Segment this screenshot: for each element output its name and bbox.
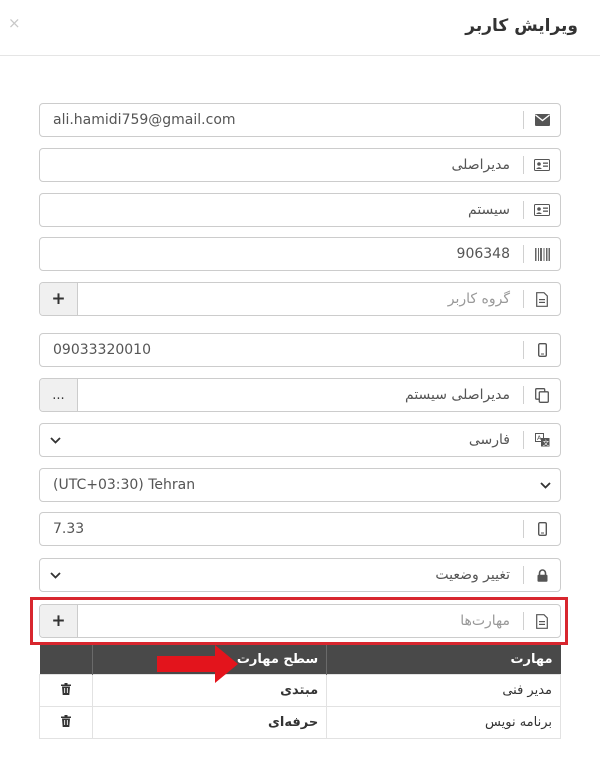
dialog-title: ویرایش کاربر [465, 16, 578, 36]
last-name-value: سیستم [468, 202, 510, 218]
delete-skill-button[interactable] [39, 706, 93, 739]
skill-level: حرفه‌ای [91, 706, 328, 739]
id-card-icon [532, 155, 552, 175]
first-name-field[interactable]: مدیراصلی [39, 148, 561, 182]
table-row: برنامه نویس حرفه‌ای [39, 706, 561, 739]
email-value: ali.hamidi759@gmail.com [53, 112, 236, 128]
status-select[interactable]: تغییر وضعیت [39, 558, 561, 592]
dialog-header: ویرایش کاربر × [0, 0, 600, 56]
divider [523, 290, 524, 308]
mobile-icon [532, 340, 552, 360]
divider [523, 156, 524, 174]
mobile-icon [532, 519, 552, 539]
translate-icon: A文 [532, 430, 552, 450]
add-user-group-button[interactable]: + [40, 283, 78, 315]
divider [523, 341, 524, 359]
copy-icon [532, 385, 552, 405]
skills-field[interactable]: + مهارت‌ها [39, 604, 561, 638]
number-value: 7.33 [53, 521, 85, 537]
add-skill-button[interactable]: + [40, 605, 78, 637]
trash-icon [60, 714, 71, 727]
timezone-value: (UTC+03:30) Tehran [53, 477, 196, 493]
divider [523, 111, 524, 129]
manager-value: مدیراصلی سیستم [405, 387, 510, 403]
user-group-field[interactable]: + گروه کاربر [39, 282, 561, 316]
divider [523, 386, 524, 404]
envelope-icon [532, 110, 552, 130]
table-header-row: مهارت سطح مهارت [39, 645, 561, 675]
table-row: مدیر فنی مبتدی [39, 674, 561, 707]
column-header-action [39, 645, 93, 675]
divider [523, 201, 524, 219]
divider [523, 566, 524, 584]
last-name-field[interactable]: سیستم [39, 193, 561, 227]
browse-manager-button[interactable]: ... [40, 379, 78, 411]
first-name-value: مدیراصلی [451, 157, 510, 173]
close-icon[interactable]: × [8, 14, 21, 32]
id-card-icon [532, 200, 552, 220]
svg-text:文: 文 [542, 438, 549, 447]
mobile-value: 09033320010 [53, 342, 151, 358]
column-header-skill: مهارت [326, 645, 561, 675]
divider [523, 245, 524, 263]
divider [523, 431, 524, 449]
status-value: تغییر وضعیت [435, 567, 510, 583]
divider [523, 520, 524, 538]
number-field[interactable]: 7.33 [39, 512, 561, 546]
email-field[interactable]: ali.hamidi759@gmail.com [39, 103, 561, 137]
skills-table: مهارت سطح مهارت مدیر فنی مبتدی برنامه نو… [39, 645, 561, 739]
annotation-arrow-icon [157, 645, 238, 683]
document-icon [532, 611, 552, 631]
language-select[interactable]: فارسی A文 [39, 423, 561, 457]
chevron-down-icon [48, 433, 62, 447]
delete-skill-button[interactable] [39, 674, 93, 707]
personnel-code-field[interactable]: 906348 [39, 237, 561, 271]
skill-name: برنامه نویس [326, 706, 561, 739]
chevron-down-icon [48, 568, 62, 582]
skills-placeholder: مهارت‌ها [460, 613, 510, 629]
skill-name: مدیر فنی [326, 674, 561, 707]
language-value: فارسی [468, 432, 510, 448]
timezone-select[interactable]: (UTC+03:30) Tehran [39, 468, 561, 502]
mobile-field[interactable]: 09033320010 [39, 333, 561, 367]
trash-icon [60, 682, 71, 695]
chevron-down-icon [538, 478, 552, 492]
user-group-placeholder: گروه کاربر [447, 291, 510, 307]
divider [523, 612, 524, 630]
manager-field[interactable]: ... مدیراصلی سیستم [39, 378, 561, 412]
barcode-icon [532, 244, 552, 264]
document-icon [532, 289, 552, 309]
lock-icon [532, 565, 552, 585]
personnel-code-value: 906348 [456, 246, 510, 262]
